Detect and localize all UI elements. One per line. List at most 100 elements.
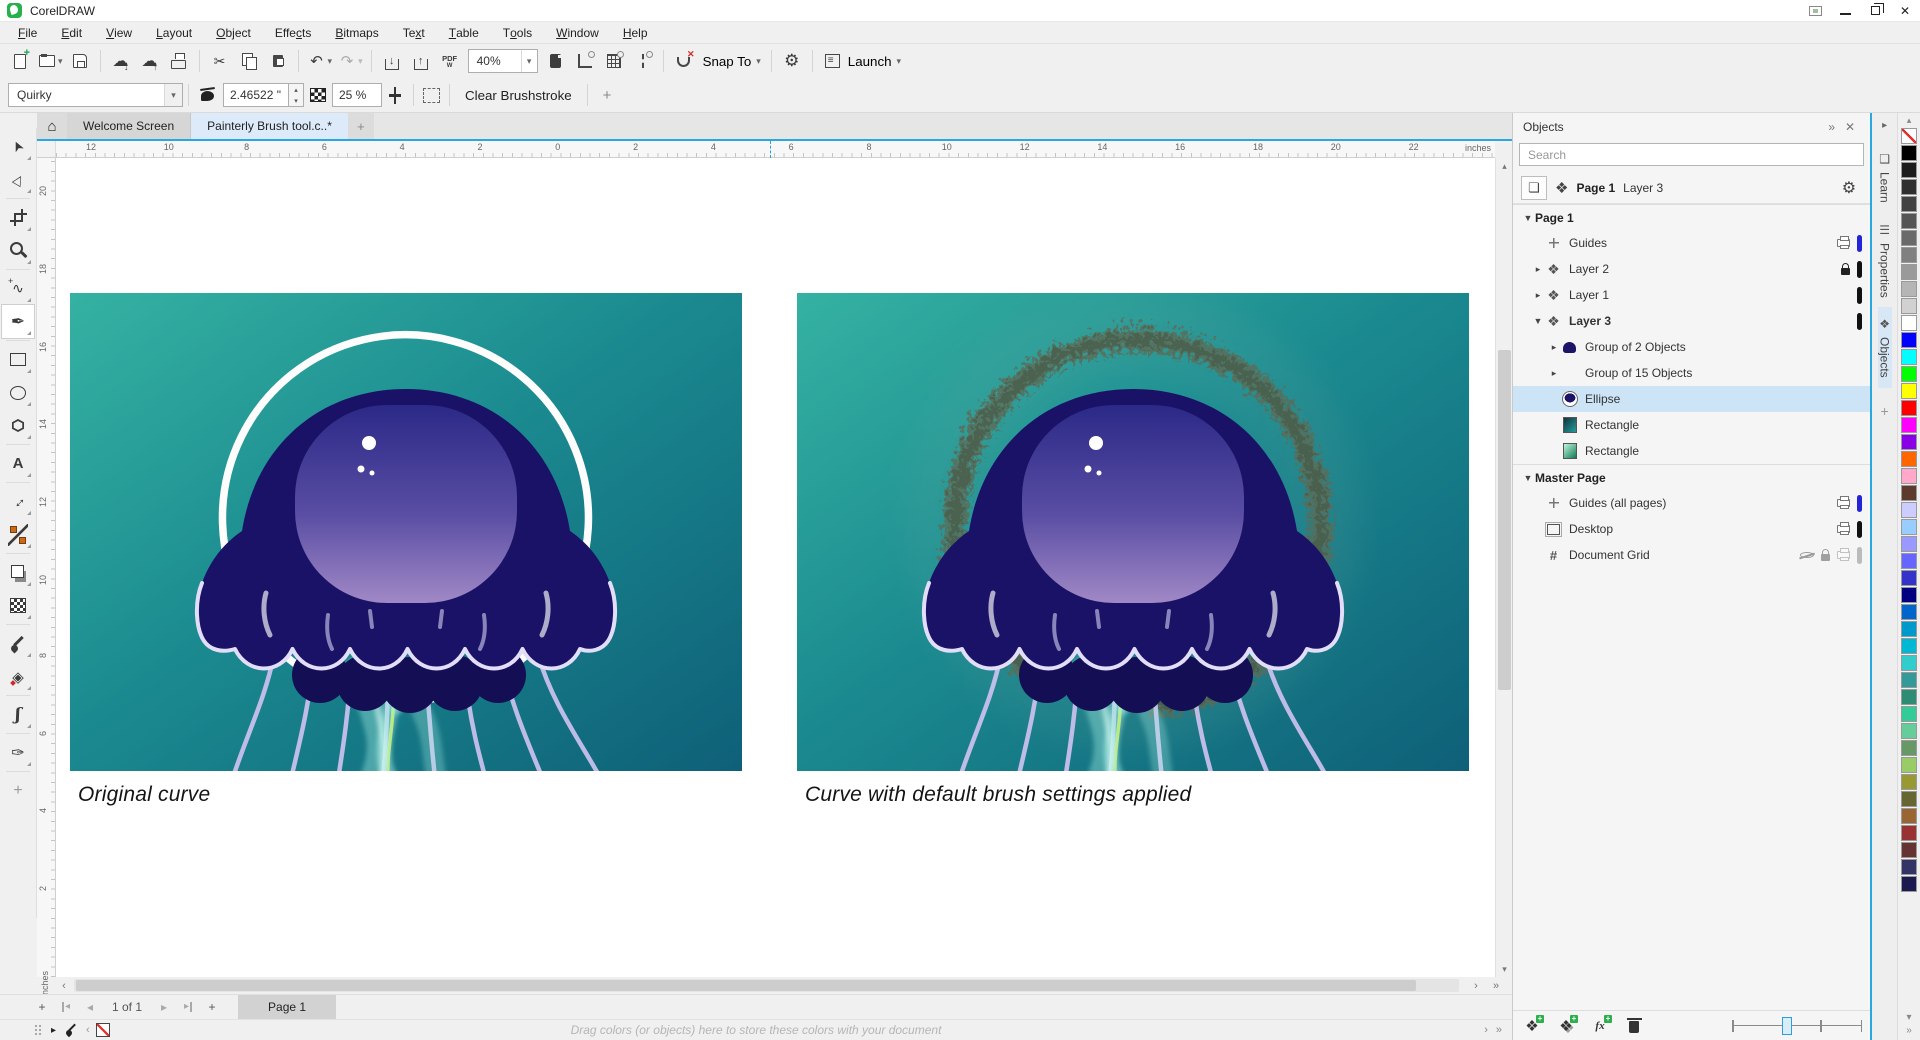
palette-swatch-8a00e6[interactable]: [1901, 434, 1917, 450]
tree-item-layer-2[interactable]: ▸Layer 2: [1513, 256, 1870, 282]
screen-mode-button[interactable]: [1800, 0, 1830, 21]
tree-item-document-grid[interactable]: Document Grid: [1513, 542, 1870, 568]
scroll-up-icon[interactable]: ▴: [1496, 158, 1513, 174]
docker-close-icon[interactable]: ✕: [1840, 120, 1860, 134]
rail-expand-icon[interactable]: ▸: [1876, 119, 1893, 132]
zoom-level-select[interactable]: 40%▾: [468, 49, 538, 73]
objects-search-input[interactable]: [1519, 143, 1864, 166]
text-tool[interactable]: [2, 447, 34, 480]
drawing-canvas[interactable]: Original curve Curve with default brush …: [56, 158, 1495, 977]
palette-flyout-icon[interactable]: ▸: [51, 1025, 56, 1036]
palette-swatch-none[interactable]: [1901, 128, 1917, 144]
outline-pen-tool[interactable]: [2, 736, 34, 769]
undo-button[interactable]: ▾: [305, 47, 335, 75]
palette-scroll-down-icon[interactable]: ▾: [1907, 1012, 1912, 1025]
palette-swatch-ffff00[interactable]: [1901, 383, 1917, 399]
vertical-scroll-thumb[interactable]: [1498, 350, 1511, 690]
tree-section-page-1[interactable]: ▼Page 1: [1513, 204, 1870, 230]
brushed-curve-image[interactable]: [797, 293, 1469, 771]
horizontal-scroll-thumb[interactable]: [76, 980, 1416, 991]
palette-swatch-996633[interactable]: [1901, 808, 1917, 824]
palette-swatch-6a6a6a[interactable]: [1901, 230, 1917, 246]
menu-window[interactable]: Window: [544, 22, 611, 43]
menu-tools[interactable]: Tools: [491, 22, 544, 43]
launch-button[interactable]: Launch▾: [819, 47, 905, 75]
vertical-ruler[interactable]: 2018161412108642: [37, 158, 56, 977]
scroll-right-double-icon[interactable]: »: [1488, 977, 1504, 994]
publish-to-pdf-button[interactable]: [436, 47, 464, 75]
palette-swatch-99ccff[interactable]: [1901, 519, 1917, 535]
thumbnail-size-slider[interactable]: [1732, 1016, 1862, 1036]
cut-button[interactable]: [206, 47, 234, 75]
vertical-scrollbar[interactable]: ▴ ▾: [1495, 158, 1512, 977]
lock-icon[interactable]: [1821, 554, 1830, 561]
palette-swatch-1c1c1c[interactable]: [1901, 162, 1917, 178]
eyedropper-icon[interactable]: [64, 1022, 80, 1038]
delete-button[interactable]: [1623, 1015, 1645, 1037]
menu-effects[interactable]: Effects: [263, 22, 323, 43]
menu-view[interactable]: View: [94, 22, 144, 43]
expand-arrow-icon[interactable]: ▸: [1547, 342, 1561, 353]
expand-arrow-icon[interactable]: ▸: [1547, 368, 1561, 379]
tree-item-guides-all-pages[interactable]: Guides (all pages): [1513, 490, 1870, 516]
palette-swatch-666633[interactable]: [1901, 791, 1917, 807]
palette-swatch-0099cc[interactable]: [1901, 621, 1917, 637]
polygon-tool[interactable]: [2, 409, 34, 442]
no-color-swatch[interactable]: [96, 1023, 110, 1037]
tree-item-desktop[interactable]: Desktop: [1513, 516, 1870, 542]
spinner-up-icon[interactable]: ▴: [289, 84, 303, 95]
palette-swatch-669966[interactable]: [1901, 740, 1917, 756]
new-master-layer-button[interactable]: [1555, 1015, 1577, 1037]
color-eyedropper-tool[interactable]: [2, 627, 34, 660]
palette-swatch-ccccff[interactable]: [1901, 502, 1917, 518]
layer-color-bar[interactable]: [1857, 235, 1862, 252]
doc-palette-more-icon[interactable]: »: [1496, 1024, 1502, 1036]
last-page-button[interactable]: ▸: [176, 995, 200, 1019]
palette-swatch-9999ff[interactable]: [1901, 536, 1917, 552]
dimension-tool[interactable]: [2, 485, 34, 518]
palette-swatch-3333cc[interactable]: [1901, 570, 1917, 586]
layer-color-bar[interactable]: [1857, 521, 1862, 538]
open-from-cloud-button[interactable]: [107, 47, 135, 75]
palette-swatch-ff6600[interactable]: [1901, 451, 1917, 467]
transparency-field[interactable]: 25 %: [332, 83, 382, 107]
objects-settings-gear-icon[interactable]: ⚙: [1836, 177, 1862, 199]
original-curve-image[interactable]: [70, 293, 742, 771]
printer-icon[interactable]: [1837, 551, 1850, 559]
print-button[interactable]: [165, 47, 193, 75]
tree-item-layer-3[interactable]: ▼Layer 3: [1513, 308, 1870, 334]
horizontal-scroll-track[interactable]: [74, 979, 1459, 992]
palette-swatch-000080[interactable]: [1901, 587, 1917, 603]
palette-swatch-0066cc[interactable]: [1901, 604, 1917, 620]
chevron-down-icon[interactable]: ▾: [164, 84, 182, 106]
menu-table[interactable]: Table: [437, 22, 491, 43]
new-document-tab-button[interactable]: +: [348, 113, 374, 139]
new-document-button[interactable]: [6, 47, 34, 75]
connector-tool[interactable]: [2, 518, 34, 551]
interactive-fill-tool[interactable]: [2, 660, 34, 693]
palette-swatch-33cccc[interactable]: [1901, 655, 1917, 671]
menu-help[interactable]: Help: [611, 22, 660, 43]
show-guidelines-button[interactable]: [629, 47, 657, 75]
lock-icon[interactable]: [1841, 268, 1850, 275]
page-1-tab[interactable]: Page 1: [238, 995, 336, 1020]
shape-tool[interactable]: [2, 163, 34, 196]
brush-style-select[interactable]: Quirky ▾: [8, 83, 183, 107]
smear-tool[interactable]: [2, 698, 34, 731]
horizontal-ruler[interactable]: inches 121086420246810121416182022: [56, 141, 1495, 158]
palette-swatch-000000[interactable]: [1901, 145, 1917, 161]
restore-button[interactable]: [1860, 0, 1890, 21]
tree-item-guides[interactable]: Guides: [1513, 230, 1870, 256]
layer-color-bar[interactable]: [1857, 313, 1862, 330]
paste-button[interactable]: [264, 47, 292, 75]
tab-active-document[interactable]: Painterly Brush tool.c..*: [191, 113, 348, 139]
palette-swatch-00b8d4[interactable]: [1901, 638, 1917, 654]
crop-tool[interactable]: [2, 201, 34, 234]
home-tab[interactable]: ⌂: [37, 113, 67, 139]
palette-swatch-9a9a9a[interactable]: [1901, 264, 1917, 280]
minimize-button[interactable]: [1830, 0, 1860, 21]
menu-file[interactable]: File: [6, 22, 49, 43]
snap-off-button[interactable]: [670, 47, 698, 75]
palette-swatch-808080[interactable]: [1901, 247, 1917, 263]
save-to-cloud-button[interactable]: [136, 47, 164, 75]
